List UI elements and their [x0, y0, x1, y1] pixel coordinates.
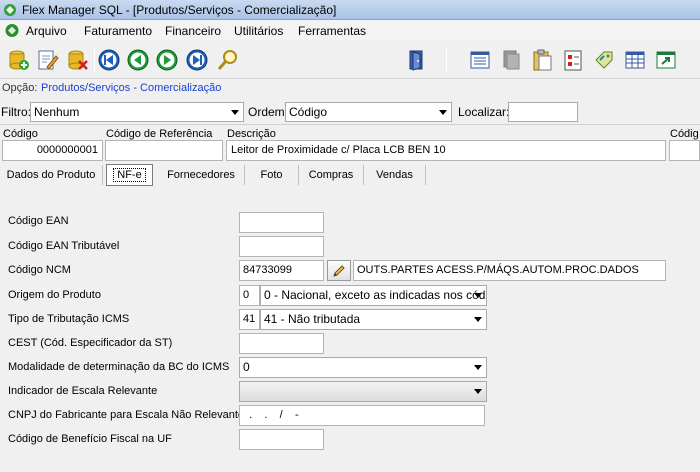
order-label: Ordem:: [248, 105, 289, 119]
ean-trib-field[interactable]: [239, 236, 324, 257]
origem-select[interactable]: 0 - Nacional, exceto as indicadas nos có…: [260, 285, 487, 306]
chevron-down-icon: [231, 110, 239, 115]
cest-label: CEST (Cód. Especificador da ST): [8, 337, 173, 349]
bc-label: Modalidade de determinação da BC do ICMS: [8, 361, 230, 373]
escala-label: Indicador de Escala Relevante: [8, 385, 158, 397]
first-record-icon[interactable]: [96, 47, 122, 73]
next-record-icon[interactable]: [154, 47, 180, 73]
ncm-search-button[interactable]: [327, 260, 351, 281]
ref-field[interactable]: [105, 140, 223, 161]
option-row: Opção: Produtos/Serviços - Comercializaç…: [0, 80, 700, 97]
ean-field[interactable]: [239, 212, 324, 233]
tab-compras[interactable]: Compras: [299, 165, 364, 185]
delete-record-icon[interactable]: [64, 47, 90, 73]
export-icon[interactable]: [653, 47, 679, 73]
last-record-icon[interactable]: [184, 47, 210, 73]
window-title: Flex Manager SQL - [Produtos/Serviços - …: [22, 3, 337, 17]
filter-label: Filtro:: [1, 105, 31, 119]
menu-faturamento[interactable]: Faturamento: [84, 24, 152, 38]
chevron-down-icon: [474, 293, 482, 298]
menu-utilitarios[interactable]: Utilitários: [234, 24, 283, 38]
order-select[interactable]: Código: [285, 102, 452, 122]
locate-label: Localizar:: [458, 105, 510, 119]
tag-icon[interactable]: [591, 47, 617, 73]
product-header: Código 0000000001 Código de Referência D…: [0, 124, 700, 162]
extra-code-field[interactable]: [669, 140, 700, 161]
tab-fornecedores[interactable]: Fornecedores: [158, 165, 245, 185]
title-bar: Flex Manager SQL - [Produtos/Serviços - …: [0, 0, 700, 20]
pencil-icon: [333, 264, 345, 277]
chevron-down-icon: [474, 365, 482, 370]
ncm-field[interactable]: 84733099: [239, 260, 324, 281]
chevron-down-icon: [439, 110, 447, 115]
locate-input[interactable]: [508, 102, 578, 122]
beneficio-field[interactable]: [239, 429, 324, 450]
ncm-description-field: OUTS.PARTES ACESS.P/MÁQS.AUTOM.PROC.DADO…: [353, 260, 666, 281]
beneficio-label: Código de Benefício Fiscal na UF: [8, 433, 172, 445]
icms-code-field[interactable]: 41: [239, 309, 260, 330]
ean-label: Código EAN: [8, 215, 69, 227]
ncm-label: Código NCM: [8, 264, 71, 276]
icms-select[interactable]: 41 - Não tributada: [260, 309, 487, 330]
new-record-icon[interactable]: [5, 47, 31, 73]
exit-door-icon[interactable]: [404, 47, 430, 73]
list-view-icon[interactable]: [467, 47, 493, 73]
tab-strip: Dados do Produto NF-e Fornecedores Foto …: [0, 163, 700, 187]
nfe-form: Código EAN Código EAN Tributável Código …: [0, 187, 700, 472]
bc-select[interactable]: 0: [239, 357, 487, 378]
cnpj-label: CNPJ do Fabricante para Escala Não Relev…: [8, 409, 245, 421]
system-menu-icon[interactable]: [4, 23, 20, 38]
chevron-down-icon: [474, 317, 482, 322]
desc-field[interactable]: Leitor de Proximidade c/ Placa LCB BEN 1…: [226, 140, 666, 161]
cnpj-field[interactable]: . . / -: [239, 405, 485, 426]
desc-label: Descrição: [227, 128, 276, 140]
cest-field[interactable]: [239, 333, 324, 354]
codigo-label: Código: [3, 128, 38, 140]
spreadsheet-icon[interactable]: [622, 47, 648, 73]
escala-select[interactable]: [239, 381, 487, 402]
menu-financeiro[interactable]: Financeiro: [165, 24, 221, 38]
previous-record-icon[interactable]: [125, 47, 151, 73]
menu-ferramentas[interactable]: Ferramentas: [298, 24, 366, 38]
edit-record-icon[interactable]: [34, 47, 60, 73]
ean-trib-label: Código EAN Tributável: [8, 240, 120, 252]
app-logo-icon: [4, 4, 16, 16]
ref-label: Código de Referência: [106, 128, 213, 140]
search-icon[interactable]: [215, 47, 241, 73]
origem-label: Origem do Produto: [8, 289, 101, 301]
clipboard-icon[interactable]: [529, 47, 555, 73]
menu-bar: Arquivo Faturamento Financeiro Utilitári…: [0, 20, 700, 41]
menu-arquivo[interactable]: Arquivo: [26, 24, 67, 38]
origem-code-field[interactable]: 0: [239, 285, 260, 306]
toolbar: [0, 41, 700, 79]
checklist-icon[interactable]: [560, 47, 586, 73]
tab-dados-produto[interactable]: Dados do Produto: [0, 165, 103, 185]
filter-select[interactable]: Nenhum: [30, 102, 244, 122]
icms-label: Tipo de Tributação ICMS: [8, 313, 130, 325]
option-label: Opção:: [2, 82, 38, 94]
tab-nfe[interactable]: NF-e: [106, 164, 153, 186]
filter-row: Filtro: Nenhum Ordem: Código Localizar:: [0, 100, 700, 124]
extra-code-label: Códig: [670, 128, 699, 140]
tab-vendas[interactable]: Vendas: [364, 165, 426, 185]
option-value: Produtos/Serviços - Comercialização: [41, 82, 222, 94]
codigo-field[interactable]: 0000000001: [2, 140, 103, 161]
chevron-down-icon: [474, 389, 482, 394]
disabled-copy-icon[interactable]: [498, 47, 524, 73]
tab-foto[interactable]: Foto: [245, 165, 299, 185]
